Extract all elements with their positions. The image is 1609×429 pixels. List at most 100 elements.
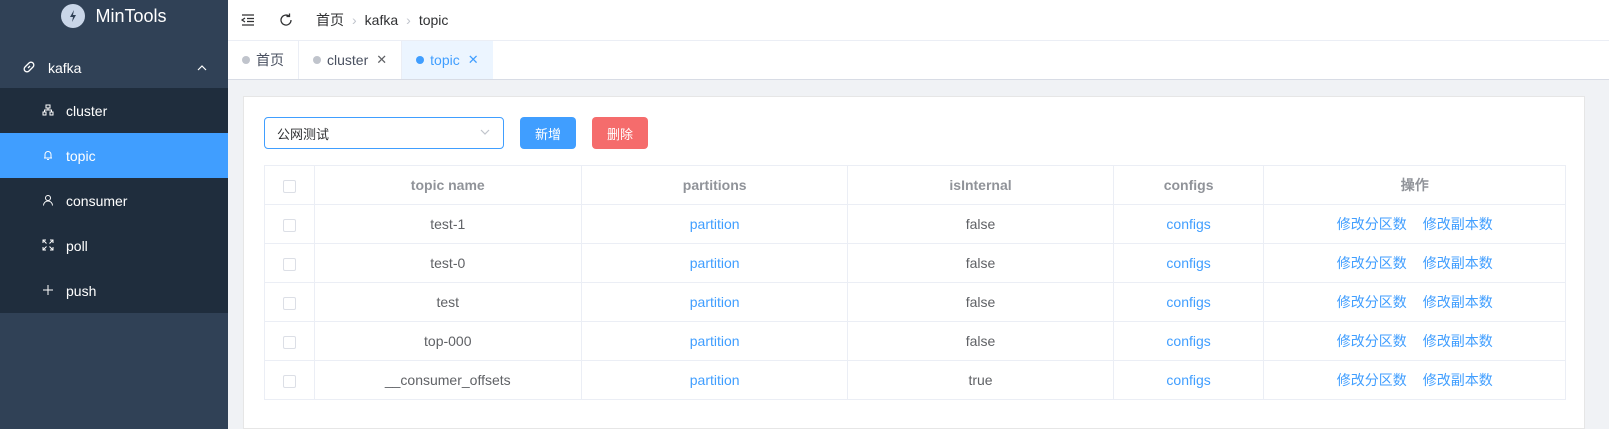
table-row: top-000 partition false configs 修改分区数 修改副… — [264, 321, 1566, 361]
sidebar-item-poll[interactable]: poll — [0, 223, 228, 268]
topic-name: test-1 — [313, 204, 582, 244]
modify-partitions-link[interactable]: 修改分区数 — [1337, 216, 1407, 232]
row-checkbox-cell — [264, 321, 315, 361]
app-title: MinTools — [95, 5, 167, 26]
fold-menu-icon[interactable] — [234, 6, 262, 34]
bell-icon — [42, 148, 54, 164]
tab-topic[interactable]: topic ✕ — [402, 41, 493, 79]
tags-view: 首页 cluster ✕ topic ✕ — [228, 40, 1609, 80]
modify-partitions-link[interactable]: 修改分区数 — [1337, 294, 1407, 310]
row-checkbox[interactable] — [282, 335, 296, 349]
table-header-row: topic name partitions isInternal configs… — [264, 165, 1566, 205]
modify-replicas-link[interactable]: 修改副本数 — [1423, 216, 1493, 232]
cluster-icon — [42, 103, 54, 119]
table-row: __consumer_offsets partition true config… — [264, 360, 1566, 400]
column-header: configs — [1112, 165, 1265, 205]
modify-partitions-link[interactable]: 修改分区数 — [1337, 372, 1407, 388]
refresh-icon[interactable] — [272, 6, 300, 34]
tab-label: cluster — [327, 52, 369, 68]
tab-cluster[interactable]: cluster ✕ — [299, 41, 403, 79]
tab-label: 首页 — [256, 52, 284, 68]
select-all-cell — [264, 165, 315, 205]
breadcrumb-topic: topic — [418, 12, 449, 28]
topic-table: topic name partitions isInternal configs… — [264, 165, 1566, 400]
modify-partitions-link[interactable]: 修改分区数 — [1337, 333, 1407, 349]
operations-cell: 修改分区数 修改副本数 — [1263, 360, 1566, 400]
operations-cell: 修改分区数 修改副本数 — [1263, 321, 1566, 361]
sidebar-item-label: poll — [66, 237, 88, 254]
topic-name: test — [313, 282, 582, 322]
delete-button[interactable]: 删除 — [592, 117, 649, 149]
select-value: 公网测试 — [277, 126, 330, 142]
column-header: isInternal — [847, 165, 1114, 205]
breadcrumb-kafka[interactable]: kafka — [365, 12, 398, 28]
row-checkbox[interactable] — [282, 218, 296, 232]
close-icon[interactable]: ✕ — [376, 52, 387, 68]
column-header: partitions — [580, 165, 849, 205]
app-logo: MinTools — [0, 0, 228, 32]
sidebar-group-kafka[interactable]: kafka — [0, 48, 228, 88]
breadcrumb-home[interactable]: 首页 — [316, 10, 344, 30]
tag-dot-icon — [242, 56, 250, 64]
partition-link[interactable]: partition — [580, 243, 849, 283]
tab-label: topic — [430, 52, 460, 68]
sidebar: MinTools kafka cluster topic consumer po… — [0, 0, 228, 429]
row-checkbox[interactable] — [282, 374, 296, 388]
modify-replicas-link[interactable]: 修改副本数 — [1423, 333, 1493, 349]
is-internal: false — [847, 321, 1114, 361]
sidebar-item-topic[interactable]: topic — [0, 133, 228, 178]
sidebar-submenu: cluster topic consumer poll push — [0, 88, 228, 313]
modify-replicas-link[interactable]: 修改副本数 — [1423, 255, 1493, 271]
row-checkbox-cell — [264, 360, 315, 400]
close-icon[interactable]: ✕ — [468, 52, 479, 68]
topic-name: test-0 — [313, 243, 582, 283]
topic-name: __consumer_offsets — [313, 360, 582, 400]
topic-name: top-000 — [313, 321, 582, 361]
sidebar-item-label: cluster — [66, 102, 108, 119]
partition-link[interactable]: partition — [580, 321, 849, 361]
add-button[interactable]: 新增 — [520, 117, 577, 149]
breadcrumb-separator-icon: › — [352, 12, 357, 28]
tag-dot-icon — [313, 56, 321, 64]
modify-partitions-link[interactable]: 修改分区数 — [1337, 255, 1407, 271]
sidebar-item-consumer[interactable]: consumer — [0, 178, 228, 223]
is-internal: true — [847, 360, 1114, 400]
sidebar-item-cluster[interactable]: cluster — [0, 88, 228, 133]
sidebar-item-label: consumer — [66, 192, 128, 209]
configs-link[interactable]: configs — [1112, 360, 1265, 400]
breadcrumb: 首页 › kafka › topic — [316, 10, 448, 30]
logo-icon — [61, 4, 86, 28]
column-header: 操作 — [1263, 165, 1566, 205]
modify-replicas-link[interactable]: 修改副本数 — [1423, 294, 1493, 310]
modify-replicas-link[interactable]: 修改副本数 — [1423, 372, 1493, 388]
operations-cell: 修改分区数 修改副本数 — [1263, 204, 1566, 244]
sidebar-item-label: topic — [66, 147, 96, 164]
operations-cell: 修改分区数 修改副本数 — [1263, 243, 1566, 283]
partition-link[interactable]: partition — [580, 282, 849, 322]
table-row: test-1 partition false configs 修改分区数 修改副本… — [264, 204, 1566, 244]
row-checkbox-cell — [264, 243, 315, 283]
is-internal: false — [847, 243, 1114, 283]
row-checkbox-cell — [264, 282, 315, 322]
table-row: test-0 partition false configs 修改分区数 修改副本… — [264, 243, 1566, 283]
expand-icon — [42, 238, 54, 254]
link-icon — [22, 60, 36, 77]
sidebar-item-push[interactable]: push — [0, 268, 228, 313]
configs-link[interactable]: configs — [1112, 321, 1265, 361]
tab-home[interactable]: 首页 — [228, 41, 299, 79]
sidebar-menu: kafka cluster topic consumer poll push — [0, 48, 228, 313]
row-checkbox[interactable] — [282, 257, 296, 271]
partition-link[interactable]: partition — [580, 204, 849, 244]
partition-link[interactable]: partition — [580, 360, 849, 400]
configs-link[interactable]: configs — [1112, 282, 1265, 322]
row-checkbox[interactable] — [282, 296, 296, 310]
configs-link[interactable]: configs — [1112, 243, 1265, 283]
table-row: test partition false configs 修改分区数 修改副本数 — [264, 282, 1566, 322]
select-all-checkbox[interactable] — [282, 179, 296, 193]
chevron-up-icon — [196, 61, 208, 77]
tag-dot-icon — [416, 56, 425, 64]
environment-select[interactable]: 公网测试 — [264, 117, 504, 149]
chevron-down-icon — [479, 126, 491, 141]
column-header: topic name — [313, 165, 582, 205]
configs-link[interactable]: configs — [1112, 204, 1265, 244]
